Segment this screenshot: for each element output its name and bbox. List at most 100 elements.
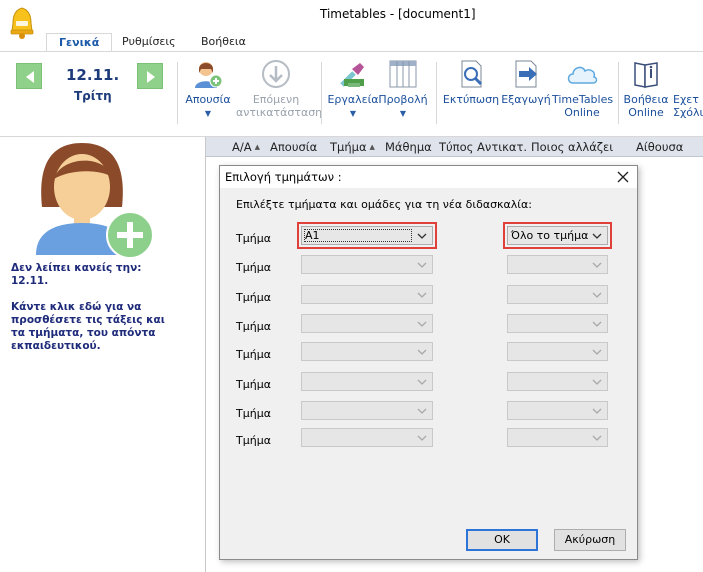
- chevron-down-icon: [592, 408, 602, 414]
- ribbon: 12.11. Τρίτη Απουσία ▼ Επόμενη αντικατάσ…: [0, 51, 703, 137]
- exec-label-1: Εχετ: [673, 93, 699, 106]
- chevron-down-icon: [417, 262, 427, 268]
- group-select-6[interactable]: [507, 372, 608, 391]
- cloud-icon: [567, 66, 598, 84]
- class-select-4[interactable]: [301, 314, 433, 333]
- ok-button[interactable]: OK: [466, 529, 538, 551]
- current-date: 12.11.: [66, 66, 120, 84]
- class-row-label: Τμήμα: [236, 261, 271, 274]
- book-info-icon: [634, 62, 658, 88]
- next-substitution-button[interactable]: Επόμενη αντικατάσταση: [236, 59, 322, 119]
- class-select-7[interactable]: [301, 401, 433, 420]
- tab-help[interactable]: Βοήθεια: [189, 33, 258, 52]
- no-absence-message[interactable]: Δεν λείπει κανείς την: 12.11. Κάντε κλικ…: [11, 262, 181, 366]
- column-header-number-label: Α/Α: [232, 140, 252, 154]
- column-header-absence[interactable]: Απουσία: [270, 140, 317, 154]
- sort-asc-icon: ▲: [369, 143, 375, 151]
- absence-label: Απουσία: [185, 93, 231, 106]
- class-row-label: Τμήμα: [236, 232, 271, 245]
- class-row-label: Τμήμα: [236, 407, 271, 420]
- group-select-4[interactable]: [507, 314, 608, 333]
- class-select-3[interactable]: [301, 285, 433, 304]
- app-window: Timetables - [document1] Γενικά Ρυθμίσει…: [0, 0, 703, 572]
- print-preview-icon: [461, 60, 483, 88]
- class-row-label: Τμήμα: [236, 378, 271, 391]
- chevron-down-icon: [592, 349, 602, 355]
- arrow-left-icon: [26, 71, 34, 83]
- dialog-title: Επιλογή τμημάτων :: [225, 170, 342, 184]
- no-absence-line: Δεν λείπει κανείς την:: [11, 262, 142, 274]
- close-icon[interactable]: [615, 169, 631, 185]
- group-select-5[interactable]: [507, 342, 608, 361]
- absence-button[interactable]: Απουσία ▼: [183, 59, 233, 120]
- next-substitution-label-2: αντικατάσταση: [236, 106, 323, 119]
- timetables-online-button[interactable]: TimeTables Online: [552, 59, 614, 119]
- panel-divider: [205, 137, 206, 572]
- class-row-label: Τμήμα: [236, 348, 271, 361]
- class-row-label: Τμήμα: [236, 434, 271, 447]
- view-button[interactable]: Προβολή ▼: [378, 59, 428, 120]
- window-title: Timetables - [document1]: [320, 7, 476, 21]
- column-header-substitution-type[interactable]: Τύπος Αντικατ.: [439, 140, 527, 154]
- tools-icon: [340, 63, 364, 87]
- class-select-8[interactable]: [301, 428, 433, 447]
- column-header-room[interactable]: Αίθουσα: [636, 140, 683, 154]
- ribbon-separator: [618, 62, 619, 124]
- print-button[interactable]: Εκτύπωση: [440, 59, 502, 106]
- chevron-down-icon: [417, 321, 427, 327]
- title-bar: Timetables - [document1]: [0, 0, 703, 39]
- exec-icon: [675, 59, 703, 89]
- previous-day-button[interactable]: [16, 63, 42, 89]
- person-add-avatar-icon[interactable]: [30, 139, 160, 259]
- column-header-class[interactable]: Τμήμα ▲: [330, 140, 375, 154]
- group-select-8[interactable]: [507, 428, 608, 447]
- tools-button[interactable]: Εργαλεία ▼: [327, 59, 379, 120]
- class-row-label: Τμήμα: [236, 320, 271, 333]
- chevron-down-icon: [417, 408, 427, 414]
- help-online-label-1: Βοήθεια: [623, 93, 669, 106]
- class-row-label: Τμήμα: [236, 291, 271, 304]
- chevron-down-icon: [417, 349, 427, 355]
- arrow-right-icon: [147, 71, 155, 83]
- class-select-1-highlight: [297, 222, 437, 249]
- class-select-6[interactable]: [301, 372, 433, 391]
- column-header-subject[interactable]: Μάθημα: [385, 140, 432, 154]
- next-substitution-label-1: Επόμενη: [252, 93, 300, 106]
- tab-general[interactable]: Γενικά: [46, 33, 113, 52]
- sort-asc-icon: ▲: [254, 143, 260, 151]
- exec-button[interactable]: Εχετ Σχόλι: [673, 59, 703, 119]
- export-button[interactable]: Εξαγωγή: [500, 59, 552, 106]
- chevron-down-icon: [592, 262, 602, 268]
- help-online-button[interactable]: Βοήθεια Online: [622, 59, 670, 119]
- timetables-online-label-1: TimeTables: [552, 93, 614, 106]
- absence-panel[interactable]: Δεν λείπει κανείς την: 12.11. Κάντε κλικ…: [0, 137, 206, 572]
- chevron-down-icon: [417, 379, 427, 385]
- help-online-label-2: Online: [628, 106, 664, 119]
- chevron-down-icon: [592, 379, 602, 385]
- next-day-button[interactable]: [137, 63, 163, 89]
- group-select-2[interactable]: [507, 255, 608, 274]
- absence-dropdown-icon[interactable]: ▼: [183, 107, 233, 120]
- chevron-down-icon: [417, 292, 427, 298]
- group-select-3[interactable]: [507, 285, 608, 304]
- arrow-down-circle-icon: [262, 60, 290, 88]
- cancel-button[interactable]: Ακύρωση: [554, 529, 626, 551]
- group-select-1-highlight: [503, 222, 612, 249]
- group-select-7[interactable]: [507, 401, 608, 420]
- class-select-5[interactable]: [301, 342, 433, 361]
- timetables-online-label-2: Online: [564, 106, 600, 119]
- chevron-down-icon: [592, 435, 602, 441]
- no-absence-date: 12.11.: [11, 275, 49, 287]
- exec-label-2: Σχόλι: [673, 106, 703, 119]
- view-dropdown-icon[interactable]: ▼: [378, 107, 428, 120]
- column-header-number[interactable]: Α/Α ▲: [232, 140, 260, 154]
- tab-settings[interactable]: Ρυθμίσεις: [110, 33, 188, 52]
- dialog-instruction: Επιλέξτε τμήματα και ομάδες για τη νέα δ…: [236, 198, 532, 211]
- chevron-down-icon: [417, 435, 427, 441]
- substitutions-grid-header: Α/Α ▲ Απουσία Τμήμα ▲ Μάθημα Τύπος Αντικατ…: [206, 137, 703, 157]
- column-header-who-changes[interactable]: Ποιος αλλάζει: [531, 140, 613, 154]
- class-select-2[interactable]: [301, 255, 433, 274]
- tools-dropdown-icon[interactable]: ▼: [327, 107, 379, 120]
- ribbon-separator: [321, 62, 322, 124]
- chevron-down-icon: [592, 321, 602, 327]
